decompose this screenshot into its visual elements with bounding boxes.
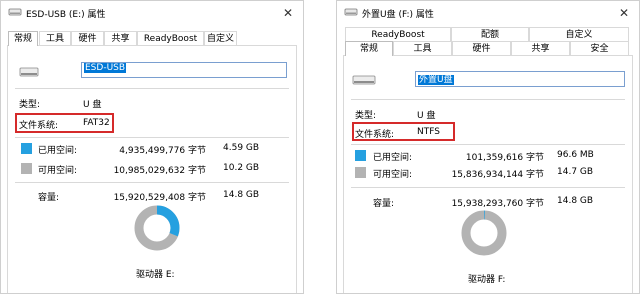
type-label: 类型: [355, 111, 377, 121]
tab-tools[interactable]: 工具 [393, 41, 452, 55]
usb-drive-icon [19, 67, 39, 77]
free-space-swatch [355, 167, 366, 178]
usb-drive-icon [352, 75, 376, 85]
tab-security[interactable]: 安全 [570, 41, 629, 55]
volume-name-text: ESD-USB [84, 63, 127, 73]
capacity-bytes: 15,920,529,408 字节 [113, 193, 206, 203]
tab-readyboost[interactable]: ReadyBoost [345, 27, 451, 41]
tab-bar-bottom: 常规 工具 硬件 共享 安全 [337, 41, 639, 56]
capacity-size: 14.8 GB [223, 190, 260, 200]
used-space-label: 已用空间: [38, 146, 78, 156]
free-space-label: 可用空间: [38, 166, 78, 176]
filesystem-highlight [15, 113, 114, 133]
usb-drive-icon [344, 8, 358, 16]
divider [15, 137, 289, 138]
close-button[interactable]: ✕ [273, 1, 303, 25]
free-space-label: 可用空间: [373, 170, 413, 180]
window-title: ESD-USB (E:) 属性 [26, 10, 106, 20]
divider [351, 187, 625, 188]
tab-bar-top: ReadyBoost 配额 自定义 [337, 27, 639, 41]
capacity-label: 容量: [38, 193, 60, 203]
free-space-size: 10.2 GB [223, 163, 260, 173]
tab-hardware[interactable]: 硬件 [71, 31, 104, 45]
used-space-swatch [21, 143, 32, 154]
divider [351, 144, 625, 145]
title-bar: 外置U盘 (F:) 属性 ✕ [337, 1, 639, 25]
used-space-size: 96.6 MB [557, 150, 594, 160]
volume-name-input[interactable]: 外置U盘 [415, 71, 625, 87]
usb-drive-icon [8, 8, 22, 16]
tab-tools[interactable]: 工具 [39, 31, 71, 45]
filesystem-highlight [352, 122, 455, 141]
tab-general[interactable]: 常规 [8, 31, 38, 46]
volume-name-input[interactable]: ESD-USB [81, 62, 287, 78]
free-space-swatch [21, 163, 32, 174]
divider [15, 182, 289, 183]
capacity-size: 14.8 GB [557, 196, 594, 206]
tab-sharing[interactable]: 共享 [104, 31, 137, 45]
used-space-label: 已用空间: [373, 153, 413, 163]
free-space-bytes: 15,836,934,144 字节 [451, 170, 544, 180]
window-title: 外置U盘 (F:) 属性 [362, 10, 434, 20]
type-value: U 盘 [417, 111, 436, 121]
used-space-size: 4.59 GB [223, 143, 260, 153]
free-space-size: 14.7 GB [557, 167, 594, 177]
divider [351, 99, 625, 100]
free-space-arc [461, 210, 507, 256]
type-label: 类型: [19, 100, 41, 110]
free-space-bytes: 10,985,029,632 字节 [113, 166, 206, 176]
tab-customize[interactable]: 自定义 [204, 31, 237, 45]
usage-donut-chart [461, 210, 507, 256]
tab-customize[interactable]: 自定义 [529, 27, 629, 41]
close-button[interactable]: ✕ [609, 1, 639, 25]
divider [15, 88, 289, 89]
tab-readyboost[interactable]: ReadyBoost [137, 31, 204, 45]
capacity-label: 容量: [373, 199, 395, 209]
usage-donut-chart [134, 205, 180, 251]
used-space-bytes: 101,359,616 字节 [465, 153, 544, 163]
tab-hardware[interactable]: 硬件 [452, 41, 511, 55]
type-value: U 盘 [83, 100, 102, 110]
tab-general[interactable]: 常规 [345, 41, 393, 56]
used-space-swatch [355, 150, 366, 161]
volume-name-text: 外置U盘 [418, 75, 454, 85]
title-bar: ESD-USB (E:) 属性 ✕ [1, 1, 303, 25]
drive-letter-label: 驱动器 E: [136, 270, 175, 280]
tab-sharing[interactable]: 共享 [511, 41, 570, 55]
capacity-bytes: 15,938,293,760 字节 [451, 199, 544, 209]
properties-dialog-e: ESD-USB (E:) 属性 ✕ 常规 工具 硬件 共享 ReadyBoost… [0, 0, 304, 294]
tab-quota[interactable]: 配额 [451, 27, 529, 41]
properties-dialog-f: 外置U盘 (F:) 属性 ✕ ReadyBoost 配额 自定义 常规 工具 硬… [336, 0, 640, 294]
tab-bar: 常规 工具 硬件 共享 ReadyBoost 自定义 [1, 31, 303, 46]
used-space-bytes: 4,935,499,776 字节 [119, 146, 206, 156]
drive-letter-label: 驱动器 F: [468, 275, 506, 285]
